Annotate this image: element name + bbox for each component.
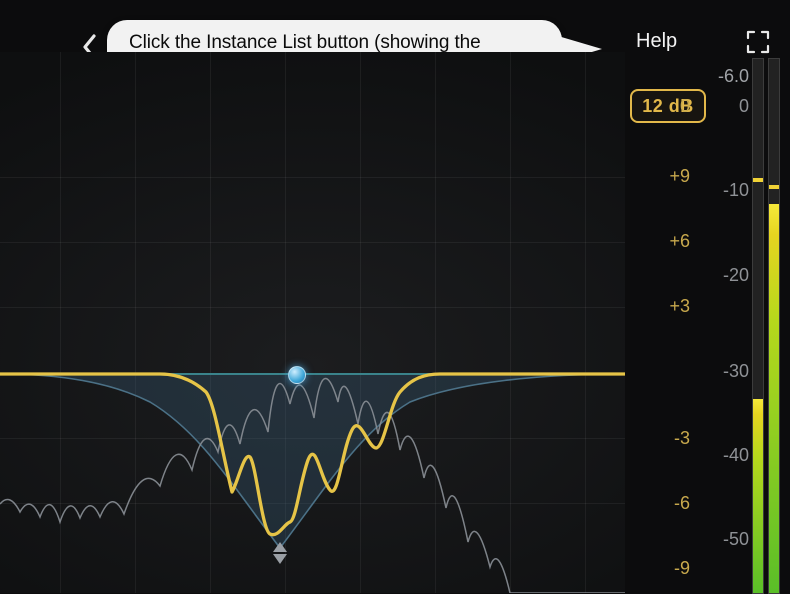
- axis-meter-tick: -30: [703, 361, 749, 382]
- axis-meter-tick: -40: [703, 445, 749, 466]
- output-meter-left: [752, 58, 764, 594]
- axis-meter-tick: 0: [703, 96, 749, 117]
- axis-gain-tick: +9: [630, 166, 690, 187]
- axis-gain-tick: -9: [630, 558, 690, 579]
- axis-gain-tick: -6: [630, 493, 690, 514]
- output-meter-right: [768, 58, 780, 594]
- axis-meter-tick: -20: [703, 265, 749, 286]
- meter-peak-indicator: [753, 178, 763, 182]
- meter-peak-indicator: [769, 185, 779, 189]
- band-handle[interactable]: [288, 366, 306, 384]
- output-meters: [752, 58, 780, 594]
- band-marker-down-icon[interactable]: [273, 554, 287, 564]
- axis-gain-tick: 0: [630, 96, 690, 117]
- band-marker-up-icon[interactable]: [273, 542, 287, 552]
- meter-bar: [753, 399, 763, 593]
- axis-meter-tick: -10: [703, 180, 749, 201]
- axis-gain-tick: -3: [630, 428, 690, 449]
- eq-curves: [0, 52, 625, 593]
- right-column: 12 dB 0 +9 +6 +3 -3 -6 -9 -6.0 0 -10 -20…: [625, 50, 790, 593]
- axis-meter-tick: -50: [703, 529, 749, 550]
- meter-bar: [769, 204, 779, 593]
- axis-gain-tick: +6: [630, 231, 690, 252]
- eq-canvas[interactable]: [0, 52, 625, 593]
- axis-meter-tick: -6.0: [703, 66, 749, 87]
- band-shape: [0, 374, 625, 548]
- axis-gain-tick: +3: [630, 296, 690, 317]
